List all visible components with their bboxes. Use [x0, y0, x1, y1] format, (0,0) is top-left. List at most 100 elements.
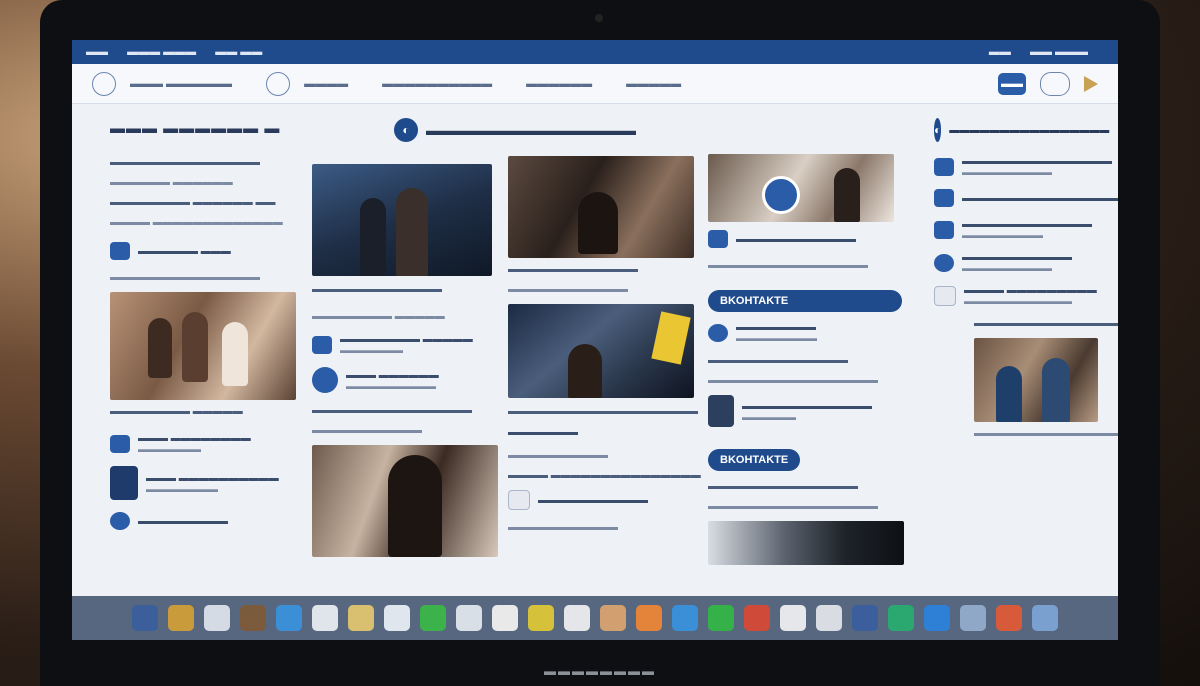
- browser-screen: ▬▬ ▬▬▬ ▬▬▬ ▬▬ ▬▬ ▬▬ ▬▬ ▬▬▬ ▬▬▬ ▬▬▬▬▬▬ ▬▬…: [72, 40, 1118, 640]
- avatar: [110, 466, 138, 500]
- feed-photo[interactable]: [974, 338, 1098, 422]
- dock-app-icon[interactable]: [348, 605, 374, 631]
- list-item-sub: ▬▬▬▬▬▬▬▬: [146, 483, 218, 494]
- dock-app-icon[interactable]: [312, 605, 338, 631]
- dock-app-icon[interactable]: [996, 605, 1022, 631]
- dock-app-icon[interactable]: [636, 605, 662, 631]
- nav-item[interactable]: ▬▬▬▬▬▬: [526, 78, 592, 90]
- feed-photo[interactable]: [312, 164, 492, 276]
- feed-column-1: ▬▬▬▬▬▬▬▬▬▬▬▬▬ ▬▬▬▬▬▬▬▬ ▬▬▬▬▬ ▬▬▬▬▬▬▬▬ ▬▬…: [312, 110, 502, 557]
- list-item[interactable]: ▬▬▬▬▬▬▬▬▬: [110, 512, 310, 530]
- avatar: [708, 395, 734, 427]
- photo-title: ▬▬▬▬▬▬▬▬▬▬▬▬▬▬▬: [974, 318, 1118, 329]
- post-caption: ▬▬▬▬▬▬▬▬▬▬▬▬▬▬▬▬▬▬▬: [508, 406, 698, 417]
- list-item[interactable]: ▬▬▬▬▬▬▬▬ ▬▬▬▬▬▬▬▬▬: [708, 322, 903, 343]
- sidebar-item-sub: ▬▬▬▬▬▬▬▬▬▬▬▬: [964, 296, 1072, 306]
- sidebar-item[interactable]: ▬▬▬▬ ▬▬▬▬▬▬▬▬▬ ▬▬▬▬▬▬▬▬▬▬▬▬: [934, 285, 1104, 306]
- sidebar-item[interactable]: ▬▬▬▬▬▬▬▬▬▬▬▬▬▬▬▬▬: [934, 189, 1118, 207]
- dock-app-icon[interactable]: [852, 605, 878, 631]
- list-item[interactable]: ▬▬▬ ▬▬▬▬▬▬▬▬▬▬ ▬▬▬▬▬▬▬▬: [110, 466, 310, 500]
- list-item[interactable]: ▬▬▬▬▬▬▬▬ ▬▬▬▬▬ ▬▬▬▬▬▬▬: [312, 334, 502, 355]
- list-item-sub: ▬▬▬▬▬▬: [742, 411, 796, 422]
- nav-item[interactable]: ▬▬▬▬▬: [626, 78, 681, 90]
- list-item[interactable]: ▬▬▬▬▬▬▬▬▬▬▬▬: [708, 230, 903, 248]
- dock-app-icon[interactable]: [780, 605, 806, 631]
- sidebar-item-sub: ▬▬▬▬▬▬▬▬▬▬: [962, 167, 1052, 177]
- dock-app-icon[interactable]: [456, 605, 482, 631]
- menu-item[interactable]: ▬▬: [86, 46, 108, 58]
- play-icon[interactable]: [1084, 75, 1098, 92]
- settings-icon[interactable]: [1040, 71, 1070, 96]
- text-line: ▬▬▬▬ ▬▬▬▬▬▬▬▬▬▬▬▬▬: [110, 217, 283, 228]
- feed-photo[interactable]: [508, 156, 694, 258]
- profile-badge[interactable]: ▬▬: [998, 72, 1026, 95]
- dock-app-icon[interactable]: [960, 605, 986, 631]
- dock-app-icon[interactable]: [672, 605, 698, 631]
- nav-item[interactable]: ▬▬▬▬: [304, 78, 348, 90]
- dock-app-icon[interactable]: [708, 605, 734, 631]
- sidebar-header[interactable]: ◐ ▬▬▬▬▬▬▬▬▬▬▬▬▬▬▬▬: [934, 118, 1109, 142]
- list-item[interactable]: ▬▬▬ ▬▬▬▬▬▬ ▬▬▬▬▬▬▬▬▬▬: [312, 367, 502, 393]
- sidebar-item[interactable]: ▬▬▬▬▬▬▬▬▬▬▬▬▬ ▬▬▬▬▬▬▬▬▬: [934, 219, 1104, 240]
- nav-item[interactable]: ▬▬▬▬▬▬▬▬▬▬: [382, 78, 492, 90]
- feed-column-3: ▬▬▬▬▬▬▬▬▬▬▬▬ ▬▬▬▬▬▬▬▬▬▬▬▬▬▬▬▬ BKOHTAKTE …: [708, 110, 904, 565]
- feed-photo[interactable]: [708, 154, 894, 222]
- menu-item[interactable]: ▬▬ ▬▬: [215, 46, 262, 58]
- feed-photo[interactable]: [312, 445, 498, 557]
- vk-banner-button[interactable]: BKOHTAKTE: [708, 290, 902, 312]
- menu-item[interactable]: ▬▬▬ ▬▬▬: [127, 46, 196, 58]
- vk-icon: [708, 323, 728, 342]
- list-item[interactable]: ▬▬▬ ▬▬▬▬▬▬▬▬ ▬▬▬▬▬▬▬: [110, 433, 310, 454]
- brand-header[interactable]: ◐ ▬▬▬▬▬▬▬▬▬▬▬▬▬▬▬: [394, 118, 698, 142]
- list-item[interactable]: ▬▬▬▬▬▬▬▬▬▬▬▬▬ ▬▬▬▬▬▬: [708, 395, 903, 427]
- dock-app-icon[interactable]: [384, 605, 410, 631]
- dock-app-icon[interactable]: [1032, 605, 1058, 631]
- dock-app-icon[interactable]: [492, 605, 518, 631]
- post-caption: ▬▬▬▬▬▬▬▬ ▬▬▬▬▬: [312, 311, 445, 322]
- search-icon[interactable]: [266, 71, 291, 96]
- dock-app-icon[interactable]: [564, 605, 590, 631]
- dock-app-icon[interactable]: [420, 605, 446, 631]
- list-item[interactable]: ▬▬▬▬▬▬▬▬▬▬▬: [508, 490, 698, 510]
- sidebar-item[interactable]: ▬▬▬▬▬▬▬▬▬▬▬ ▬▬▬▬▬▬▬▬▬▬: [934, 252, 1104, 273]
- list-item-sub: ▬▬▬▬▬▬▬▬▬▬: [346, 380, 436, 391]
- list-item-label: ▬▬▬▬▬▬ ▬▬▬: [138, 245, 231, 257]
- dock-app-icon[interactable]: [276, 605, 302, 631]
- nav-item[interactable]: ▬▬▬ ▬▬▬▬▬▬: [130, 78, 232, 90]
- feed-photo[interactable]: [708, 521, 904, 565]
- brand-logo-icon: ◐: [394, 118, 418, 142]
- sidebar-item-title: ▬▬▬▬▬▬▬▬▬▬▬▬▬▬▬: [962, 156, 1112, 167]
- dock-app-icon[interactable]: [204, 605, 230, 631]
- brand-name: ▬▬▬▬▬▬▬▬▬▬▬▬▬▬▬: [426, 122, 636, 138]
- feed-photo[interactable]: [110, 292, 296, 400]
- list-item[interactable]: ▬▬▬▬▬▬ ▬▬▬: [110, 242, 310, 260]
- list-item[interactable]: ▬▬▬▬▬▬▬: [508, 427, 698, 438]
- feed-photo[interactable]: [508, 304, 694, 398]
- list-item-sub: ▬▬▬▬▬▬▬: [340, 345, 403, 355]
- sidebar-item-title: ▬▬▬▬▬▬▬▬▬▬▬▬▬▬▬▬▬: [962, 192, 1118, 204]
- post-caption: ▬▬▬▬▬▬▬▬▬▬▬▬▬: [312, 284, 442, 295]
- dock-app-icon[interactable]: [924, 605, 950, 631]
- site-header: ▬▬▬ ▬▬▬▬▬▬ ▬▬▬▬ ▬▬▬▬▬▬▬▬▬▬ ▬▬▬▬▬▬ ▬▬▬▬▬ …: [72, 64, 1118, 104]
- dock-app-icon[interactable]: [744, 605, 770, 631]
- text-line[interactable]: ▬▬▬▬▬▬▬▬ ▬▬▬▬▬▬ ▬▬: [110, 197, 310, 208]
- dock-app-icon[interactable]: [240, 605, 266, 631]
- feed-column-2: ◐ ▬▬▬▬▬▬▬▬▬▬▬▬▬▬▬ ▬▬▬▬▬▬▬▬▬▬▬▬▬ ▬▬▬▬▬▬▬▬…: [394, 110, 701, 542]
- post-caption: ▬▬▬▬▬▬▬▬▬▬▬▬▬▬: [708, 355, 848, 366]
- sidebar-item[interactable]: ▬▬▬▬▬▬▬▬▬▬▬▬▬▬▬ ▬▬▬▬▬▬▬▬▬▬: [934, 156, 1112, 177]
- dock-app-icon[interactable]: [888, 605, 914, 631]
- site-logo-icon[interactable]: [92, 71, 116, 96]
- dock-app-icon[interactable]: [816, 605, 842, 631]
- list-item-title: ▬▬▬ ▬▬▬▬▬▬▬▬▬▬: [146, 472, 279, 484]
- post-caption: ▬▬▬▬▬▬▬▬▬▬▬▬▬▬▬▬: [708, 260, 868, 271]
- dock-app-icon[interactable]: [132, 605, 158, 631]
- post-caption: ▬▬▬▬▬▬▬▬▬▬▬▬▬▬▬: [708, 481, 858, 492]
- dock-app-icon[interactable]: [528, 605, 554, 631]
- text-line: ▬▬▬▬▬▬ ▬▬▬▬▬▬: [110, 177, 233, 188]
- vk-banner-button[interactable]: BKOHTAKTE: [708, 449, 801, 471]
- dock-app-icon[interactable]: [168, 605, 194, 631]
- post-caption: ▬▬▬▬▬▬▬▬▬▬▬▬▬: [508, 264, 638, 275]
- app-icon: [934, 189, 954, 207]
- dock-app-icon[interactable]: [600, 605, 626, 631]
- post-caption: ▬▬▬▬▬▬▬▬▬▬▬▬▬▬▬▬▬: [708, 375, 878, 386]
